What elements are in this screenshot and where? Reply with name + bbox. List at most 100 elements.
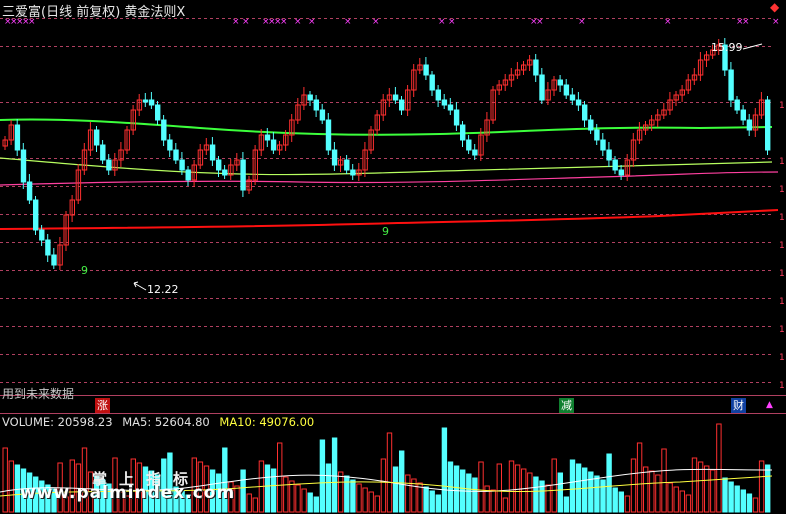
volume-bar[interactable] <box>478 461 484 513</box>
candle-body[interactable] <box>179 159 185 171</box>
volume-bar[interactable] <box>722 477 728 513</box>
candle-body[interactable] <box>472 149 478 156</box>
up-arrow-icon[interactable]: ▲ <box>762 398 777 413</box>
candle-body[interactable] <box>45 239 51 256</box>
volume-bar[interactable] <box>752 497 759 513</box>
volume-bar[interactable] <box>338 471 344 513</box>
volume-bar[interactable] <box>630 458 637 513</box>
volume-bar[interactable] <box>716 423 722 513</box>
volume-bar[interactable] <box>301 488 307 513</box>
candle-body[interactable] <box>539 74 545 101</box>
candle-body[interactable] <box>429 74 435 91</box>
volume-bar[interactable] <box>508 460 515 513</box>
candle-body[interactable] <box>441 99 448 106</box>
volume-bar[interactable] <box>277 442 283 513</box>
volume-bar[interactable] <box>667 482 673 513</box>
volume-bar[interactable] <box>533 476 539 513</box>
volume-bar[interactable] <box>356 483 362 513</box>
volume-bar[interactable] <box>734 485 740 513</box>
candle-body[interactable] <box>26 181 33 201</box>
candle-body[interactable] <box>240 159 246 191</box>
candle-body[interactable] <box>325 119 332 151</box>
candle-body[interactable] <box>350 169 356 176</box>
candle-body[interactable] <box>618 169 624 176</box>
candle-body[interactable] <box>209 144 216 161</box>
candle-body[interactable] <box>435 89 442 101</box>
volume-bar[interactable] <box>502 497 509 513</box>
volume-bar[interactable] <box>685 494 692 513</box>
volume-bar[interactable] <box>661 448 667 513</box>
volume-bar[interactable] <box>270 468 277 513</box>
candle-body[interactable] <box>582 104 588 121</box>
volume-bar[interactable] <box>643 466 649 513</box>
volume-bar[interactable] <box>319 439 326 513</box>
volume-bar[interactable] <box>746 493 753 513</box>
volume-bar[interactable] <box>295 484 301 513</box>
volume-bar[interactable] <box>612 487 618 513</box>
candle-body[interactable] <box>39 229 45 241</box>
candle-body[interactable] <box>594 129 600 141</box>
candle-body[interactable] <box>746 119 753 131</box>
volume-bar[interactable] <box>655 474 661 513</box>
candle-body[interactable] <box>588 119 594 131</box>
candle-body[interactable] <box>264 134 271 141</box>
candle-body[interactable] <box>765 99 771 151</box>
candle-body[interactable] <box>313 99 320 111</box>
volume-bar[interactable] <box>649 470 655 513</box>
volume-bar[interactable] <box>606 453 612 513</box>
candle-body[interactable] <box>600 139 606 151</box>
volume-bar[interactable] <box>691 457 698 513</box>
volume-bar[interactable] <box>704 465 710 513</box>
volume-bar[interactable] <box>325 463 332 513</box>
signal-tag-zhang[interactable]: 涨 <box>95 398 110 413</box>
candle-body[interactable] <box>734 99 740 111</box>
volume-bar[interactable] <box>514 464 521 513</box>
candle-body[interactable] <box>216 159 222 171</box>
volume-bar[interactable] <box>575 463 582 513</box>
candle-body[interactable] <box>563 84 570 96</box>
candle-body[interactable] <box>20 149 27 183</box>
candle-body[interactable] <box>466 139 472 151</box>
volume-bar[interactable] <box>618 491 624 513</box>
candle-body[interactable] <box>319 109 326 121</box>
candle-body[interactable] <box>155 104 161 121</box>
candle-body[interactable] <box>447 104 454 111</box>
volume-bar[interactable] <box>563 496 570 513</box>
candle-body[interactable] <box>142 99 149 103</box>
volume-bar[interactable] <box>582 467 588 513</box>
volume-bar[interactable] <box>765 464 771 513</box>
volume-bar[interactable] <box>527 472 533 513</box>
volume-bar[interactable] <box>429 490 435 513</box>
volume-bar[interactable] <box>313 496 320 513</box>
candle-body[interactable] <box>557 79 563 86</box>
volume-bar[interactable] <box>368 491 374 513</box>
candle-body[interactable] <box>331 149 338 166</box>
volume-bar[interactable] <box>600 479 606 513</box>
volume-bar[interactable] <box>453 465 460 513</box>
candle-body[interactable] <box>740 109 746 121</box>
volume-bar[interactable] <box>392 466 399 513</box>
candle-body[interactable] <box>423 64 429 76</box>
volume-bar[interactable] <box>551 458 557 513</box>
volume-bar[interactable] <box>435 494 442 513</box>
volume-bar[interactable] <box>636 442 643 513</box>
volume-bar[interactable] <box>289 480 295 513</box>
volume-bar[interactable] <box>673 486 679 513</box>
close-icon[interactable]: X <box>176 5 185 20</box>
candle-body[interactable] <box>399 99 405 111</box>
candle-body[interactable] <box>51 254 57 266</box>
candle-body[interactable] <box>270 139 277 151</box>
volume-bar[interactable] <box>2 447 8 513</box>
volume-bar[interactable] <box>331 437 338 513</box>
candle-body[interactable] <box>533 59 539 76</box>
volume-bar[interactable] <box>569 459 576 513</box>
volume-bar[interactable] <box>350 479 356 513</box>
candle-body[interactable] <box>33 199 39 231</box>
volume-bar[interactable] <box>240 469 246 513</box>
volume-bar[interactable] <box>423 486 429 513</box>
volume-bar[interactable] <box>441 427 448 513</box>
candle-body[interactable] <box>185 169 191 181</box>
alert-icon[interactable]: ◆ <box>770 0 779 14</box>
candle-body[interactable] <box>100 144 106 161</box>
volume-bar[interactable] <box>624 495 631 513</box>
